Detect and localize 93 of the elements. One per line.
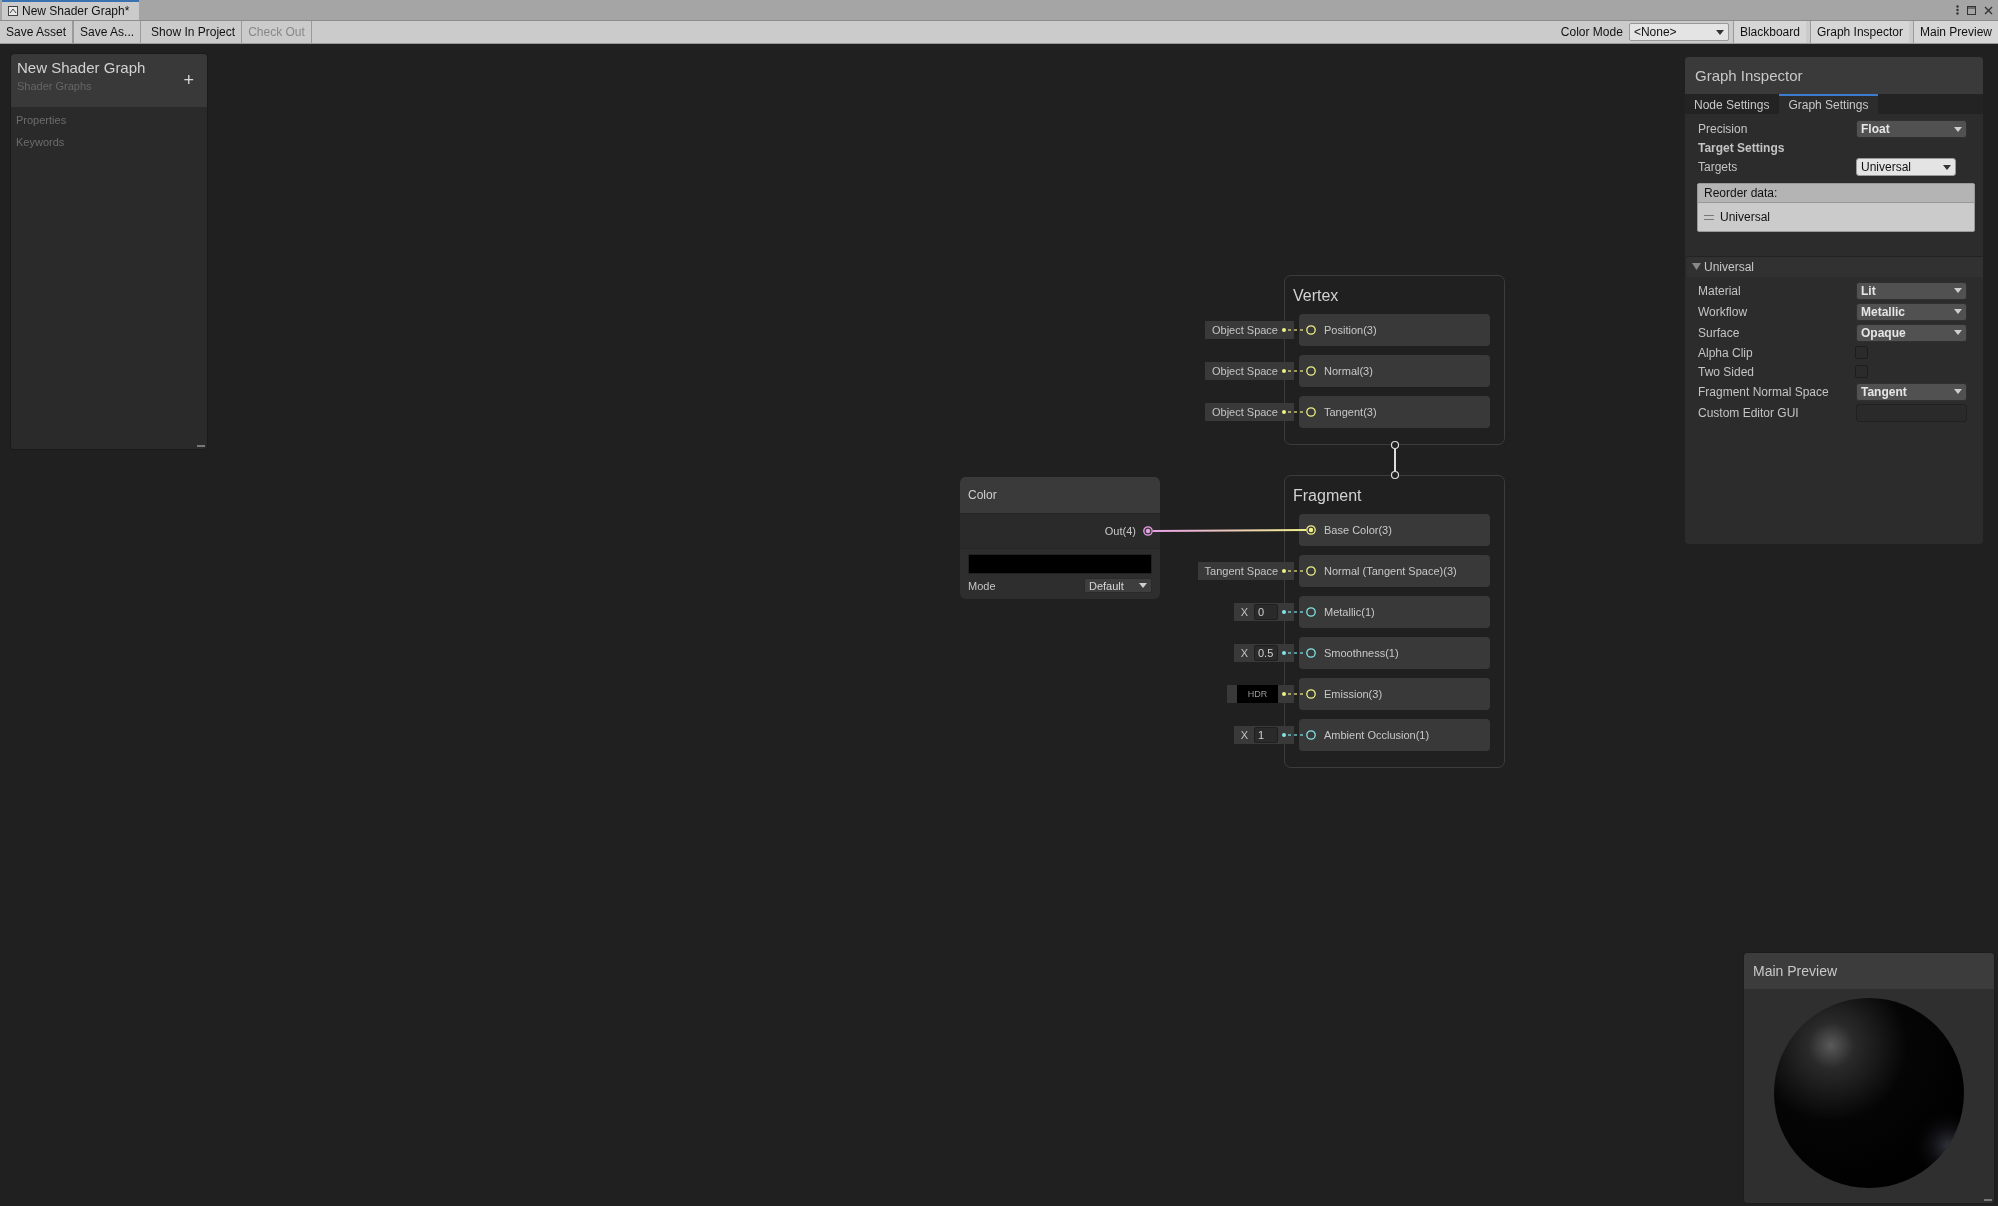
node-title: Color: [960, 477, 1160, 513]
toolbar-button[interactable]: Save As...: [73, 21, 142, 43]
dropdown[interactable]: Universal: [1856, 158, 1956, 176]
panel-title: Main Preview: [1744, 953, 1994, 989]
space-label: Object Space: [1211, 406, 1278, 418]
port-label: Ambient Occlusion(1): [1324, 729, 1430, 741]
list-item[interactable]: Universal: [1698, 203, 1974, 231]
resize-handle[interactable]: [1984, 1199, 1992, 1201]
shader-file-icon: [8, 6, 18, 16]
setting-label: Alpha Clip: [1698, 345, 1753, 360]
panel-toggle-button[interactable]: Graph Inspector: [1809, 21, 1909, 43]
port-label: Metallic(1): [1324, 606, 1375, 618]
add-button[interactable]: +: [180, 70, 197, 91]
default-value-chip[interactable]: X 1: [1233, 726, 1294, 744]
node-title: Vertex: [1293, 286, 1340, 305]
port-label: Normal(3): [1324, 365, 1373, 377]
setting-label: Fragment Normal Space: [1698, 384, 1829, 399]
caret-icon: [1954, 389, 1962, 394]
list-item-label: Universal: [1720, 210, 1770, 224]
port-label: Normal (Tangent Space)(3): [1324, 565, 1457, 577]
setting-label: Two Sided: [1698, 364, 1755, 379]
more-icon: [1956, 5, 1959, 15]
axis-label: X: [1240, 729, 1248, 741]
default-value-chip[interactable]: X 0: [1233, 603, 1294, 621]
default-value-chip[interactable]: Object Space: [1204, 362, 1294, 380]
foldout-header[interactable]: Universal: [1687, 256, 1983, 277]
mode-label: Mode: [968, 579, 996, 592]
axis-label: X: [1240, 647, 1248, 659]
dropdown[interactable]: Tangent: [1856, 382, 1967, 401]
caret-icon: [1954, 309, 1962, 314]
inspector-tab[interactable]: Graph Settings: [1779, 94, 1879, 114]
default-value-chip[interactable]: Object Space: [1204, 321, 1294, 339]
port-row[interactable]: Base Color(3): [1299, 514, 1490, 546]
flow-connector: [1390, 440, 1400, 480]
hdr-color-field[interactable]: HDR: [1237, 685, 1278, 703]
port-row[interactable]: Normal(3): [1299, 355, 1490, 387]
port-label: Base Color(3): [1324, 524, 1392, 536]
port-label: Emission(3): [1324, 688, 1383, 700]
caret-icon: [1954, 126, 1962, 132]
number-field[interactable]: 0.5: [1254, 645, 1278, 661]
space-label: Object Space: [1211, 324, 1278, 336]
port-row[interactable]: Metallic(1): [1299, 596, 1490, 628]
panel-toggle-button[interactable]: Blackboard: [1732, 21, 1806, 43]
dropdown[interactable]: Metallic: [1856, 302, 1967, 321]
caret-icon: [1954, 288, 1962, 293]
setting-label: Targets: [1698, 160, 1738, 174]
port-row[interactable]: Normal (Tangent Space)(3): [1299, 555, 1490, 587]
caret-icon: [1715, 29, 1724, 35]
default-value-chip[interactable]: Tangent Space: [1197, 562, 1294, 580]
number-field[interactable]: 0: [1254, 604, 1278, 620]
graph-title: New Shader Graph: [17, 59, 146, 76]
caret-icon: [1139, 583, 1147, 588]
default-value-chip[interactable]: X 0.5: [1233, 644, 1294, 662]
setting-label: Material: [1698, 283, 1741, 298]
document-tab[interactable]: New Shader Graph*: [2, 0, 140, 20]
port-row[interactable]: Emission(3): [1299, 678, 1490, 710]
space-label: Tangent Space: [1204, 565, 1278, 577]
dropdown[interactable]: Float: [1856, 120, 1967, 138]
list-header: Reorder data:: [1698, 184, 1974, 203]
space-label: Object Space: [1211, 365, 1278, 377]
axis-label: X: [1240, 606, 1248, 618]
resize-handle[interactable]: [197, 445, 205, 447]
caret-icon: [1943, 164, 1951, 170]
port-row[interactable]: Position(3): [1299, 314, 1490, 346]
drag-handle-icon: [1704, 214, 1714, 220]
maximize-icon: [1967, 5, 1976, 15]
dropdown[interactable]: Opaque: [1856, 323, 1967, 342]
close-icon: [1984, 5, 1993, 15]
port-label: Position(3): [1324, 324, 1377, 336]
panel-toggle-button[interactable]: Main Preview: [1912, 21, 1998, 43]
tab-title: New Shader Graph*: [22, 4, 130, 18]
setting-label: Precision: [1698, 122, 1748, 136]
port-row[interactable]: Smoothness(1): [1299, 637, 1490, 669]
color-mode-label: Color Mode: [1560, 25, 1623, 39]
number-field[interactable]: 1: [1254, 727, 1278, 743]
color-swatch[interactable]: [968, 554, 1152, 574]
setting-label: Workflow: [1698, 304, 1748, 319]
default-value-chip[interactable]: Object Space: [1204, 403, 1294, 421]
color-mode-dropdown[interactable]: <None>: [1628, 23, 1729, 41]
mode-dropdown[interactable]: Default: [1084, 578, 1152, 593]
port-label: Smoothness(1): [1324, 647, 1399, 659]
section-heading: Target Settings: [1698, 140, 1786, 157]
panel-title: Graph Inspector: [1685, 57, 1983, 94]
dropdown[interactable]: Lit: [1856, 281, 1967, 300]
port-row[interactable]: Ambient Occlusion(1): [1299, 719, 1490, 751]
default-value-chip[interactable]: HDR: [1227, 685, 1294, 703]
node-title: Fragment: [1293, 486, 1363, 505]
port-label: Tangent(3): [1324, 406, 1377, 418]
setting-label: Custom Editor GUI: [1698, 405, 1799, 420]
setting-label: Surface: [1698, 325, 1740, 340]
port-label: Out(4): [1104, 525, 1136, 537]
caret-icon: [1954, 330, 1962, 335]
port-row[interactable]: Tangent(3): [1299, 396, 1490, 428]
